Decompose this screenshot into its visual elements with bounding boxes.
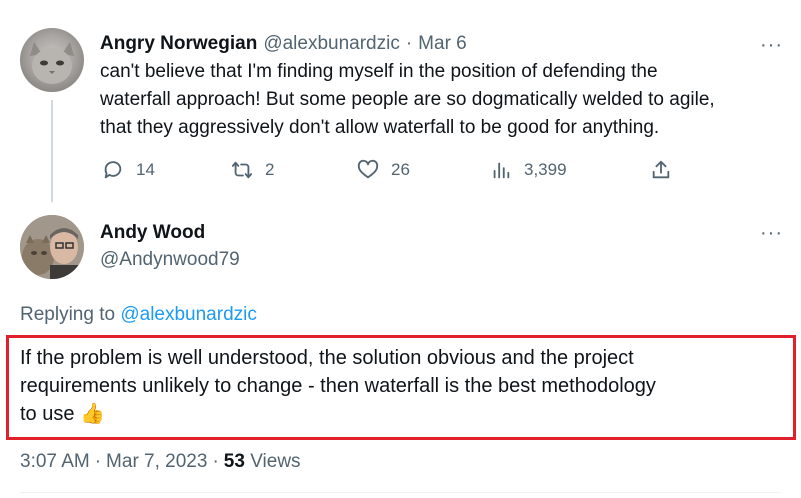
- retweet-icon: [231, 161, 253, 179]
- replying-to-line: Replying to @alexbunardzic: [20, 304, 257, 326]
- retweet-button[interactable]: 2: [231, 159, 274, 181]
- views-count: 3,399: [524, 160, 567, 179]
- separator-dot: ·: [405, 33, 413, 54]
- person-with-cat-photo: [20, 215, 84, 279]
- like-count: 26: [391, 160, 410, 179]
- author-name[interactable]: Angry Norwegian: [100, 33, 257, 55]
- text-line: to use: [20, 403, 75, 425]
- reply-views-count: 53: [223, 451, 245, 472]
- separator-dot: ·: [212, 451, 219, 472]
- views-label: Views: [250, 451, 301, 472]
- separator-dot: ·: [94, 451, 102, 472]
- tweet-meta: 3:07 AM · Mar 7, 2023 · 53 Views: [20, 451, 301, 473]
- cat-photo: [30, 42, 74, 84]
- avatar-angry-norwegian[interactable]: [20, 28, 84, 92]
- reply-tweet-text: If the problem is well understood, the s…: [20, 344, 790, 428]
- author-handle[interactable]: @alexbunardzic: [263, 33, 400, 55]
- bottom-divider: [20, 492, 781, 493]
- views-button[interactable]: 3,399: [490, 159, 567, 181]
- tweet-time[interactable]: 3:07 AM: [20, 451, 90, 473]
- reply-icon: [104, 161, 122, 179]
- thumbs-up-emoji: 👍: [80, 403, 105, 425]
- thread-line: [51, 100, 53, 202]
- text-line: can't believe that I'm finding myself in…: [100, 61, 658, 82]
- views-chart-icon: [493, 162, 510, 179]
- views-info[interactable]: 53 Views: [224, 451, 301, 473]
- text-line: waterfall approach! But some people are …: [100, 89, 715, 110]
- reply-author-name[interactable]: Andy Wood: [100, 222, 205, 244]
- share-button[interactable]: [650, 159, 672, 181]
- text-line: that they aggressively don't allow water…: [100, 117, 660, 138]
- reply-more-options-icon[interactable]: ···: [760, 223, 783, 243]
- heart-icon: [357, 159, 379, 179]
- text-line-last: to use 👍: [20, 400, 790, 428]
- more-options-icon[interactable]: ···: [760, 35, 783, 55]
- parent-tweet-text: can't believe that I'm finding myself in…: [100, 58, 780, 142]
- tweet-date[interactable]: Mar 6: [418, 33, 467, 55]
- reply-author-handle[interactable]: @Andynwood79: [100, 249, 240, 271]
- replying-to-link[interactable]: @alexbunardzic: [120, 304, 257, 325]
- avatar-andy-wood[interactable]: [20, 215, 84, 279]
- retweet-count: 2: [265, 160, 275, 179]
- like-button[interactable]: 26: [357, 159, 410, 181]
- reply-count: 14: [136, 160, 155, 179]
- tweet-full-date[interactable]: Mar 7, 2023: [106, 451, 207, 473]
- text-line: requirements unlikely to change - then w…: [20, 375, 656, 397]
- reply-button[interactable]: 14: [102, 159, 155, 181]
- share-icon: [652, 160, 670, 179]
- replying-to-label: Replying to: [20, 304, 116, 325]
- text-line: If the problem is well understood, the s…: [20, 347, 634, 369]
- parent-tweet-header: Angry Norwegian @alexbunardzic · Mar 6: [100, 33, 467, 55]
